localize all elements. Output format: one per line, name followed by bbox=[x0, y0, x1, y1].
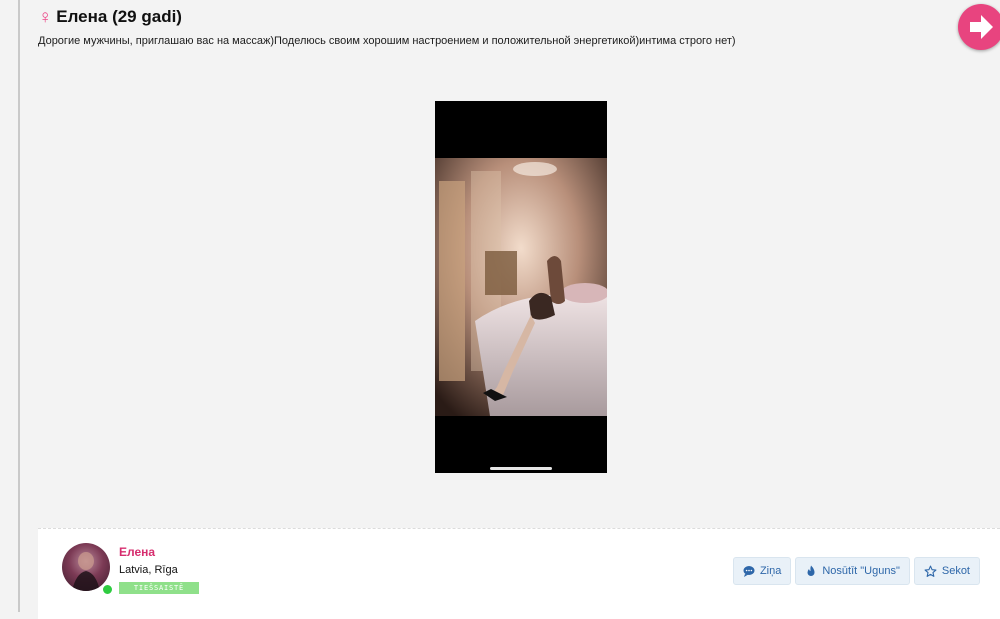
profile-location: Latvia, Rīga bbox=[119, 564, 178, 576]
avatar[interactable] bbox=[62, 543, 110, 591]
post-container: ♀ Елена (29 gadi) Дорогие мужчины, пригл… bbox=[38, 0, 1000, 619]
message-button[interactable]: Ziņa bbox=[732, 557, 792, 585]
left-border bbox=[18, 0, 20, 612]
follow-button[interactable]: Sekot bbox=[913, 557, 980, 585]
post-title-row: ♀ Елена (29 gadi) bbox=[38, 6, 182, 28]
online-indicator bbox=[102, 584, 113, 595]
fire-icon bbox=[807, 565, 815, 576]
profile-name[interactable]: Елена bbox=[119, 545, 155, 559]
avatar-image bbox=[72, 552, 100, 591]
send-fire-button[interactable]: Nosūtīt "Uguns" bbox=[795, 557, 910, 585]
venus-icon: ♀ bbox=[38, 6, 53, 28]
send-fire-button-label: Nosūtīt "Uguns" bbox=[822, 565, 900, 577]
post-description: Дорогие мужчины, приглашаю вас на массаж… bbox=[38, 35, 736, 47]
status-badge: TIEŠSAISTĒ bbox=[119, 582, 199, 594]
profile-actions: Ziņa Nosūtīt "Uguns" Sekot bbox=[732, 557, 980, 585]
next-profile-button[interactable] bbox=[958, 4, 1000, 50]
profile-card: Елена Latvia, Rīga TIEŠSAISTĒ Ziņa Nosūt… bbox=[38, 528, 1000, 619]
chat-bubble-icon bbox=[743, 566, 755, 577]
follow-button-label: Sekot bbox=[941, 565, 970, 577]
message-button-label: Ziņa bbox=[759, 565, 782, 577]
arrow-right-circle-icon bbox=[970, 15, 993, 39]
star-icon bbox=[924, 565, 937, 577]
photo-image bbox=[435, 101, 607, 473]
post-title: Елена (29 gadi) bbox=[56, 7, 182, 26]
profile-photo[interactable] bbox=[435, 101, 607, 473]
